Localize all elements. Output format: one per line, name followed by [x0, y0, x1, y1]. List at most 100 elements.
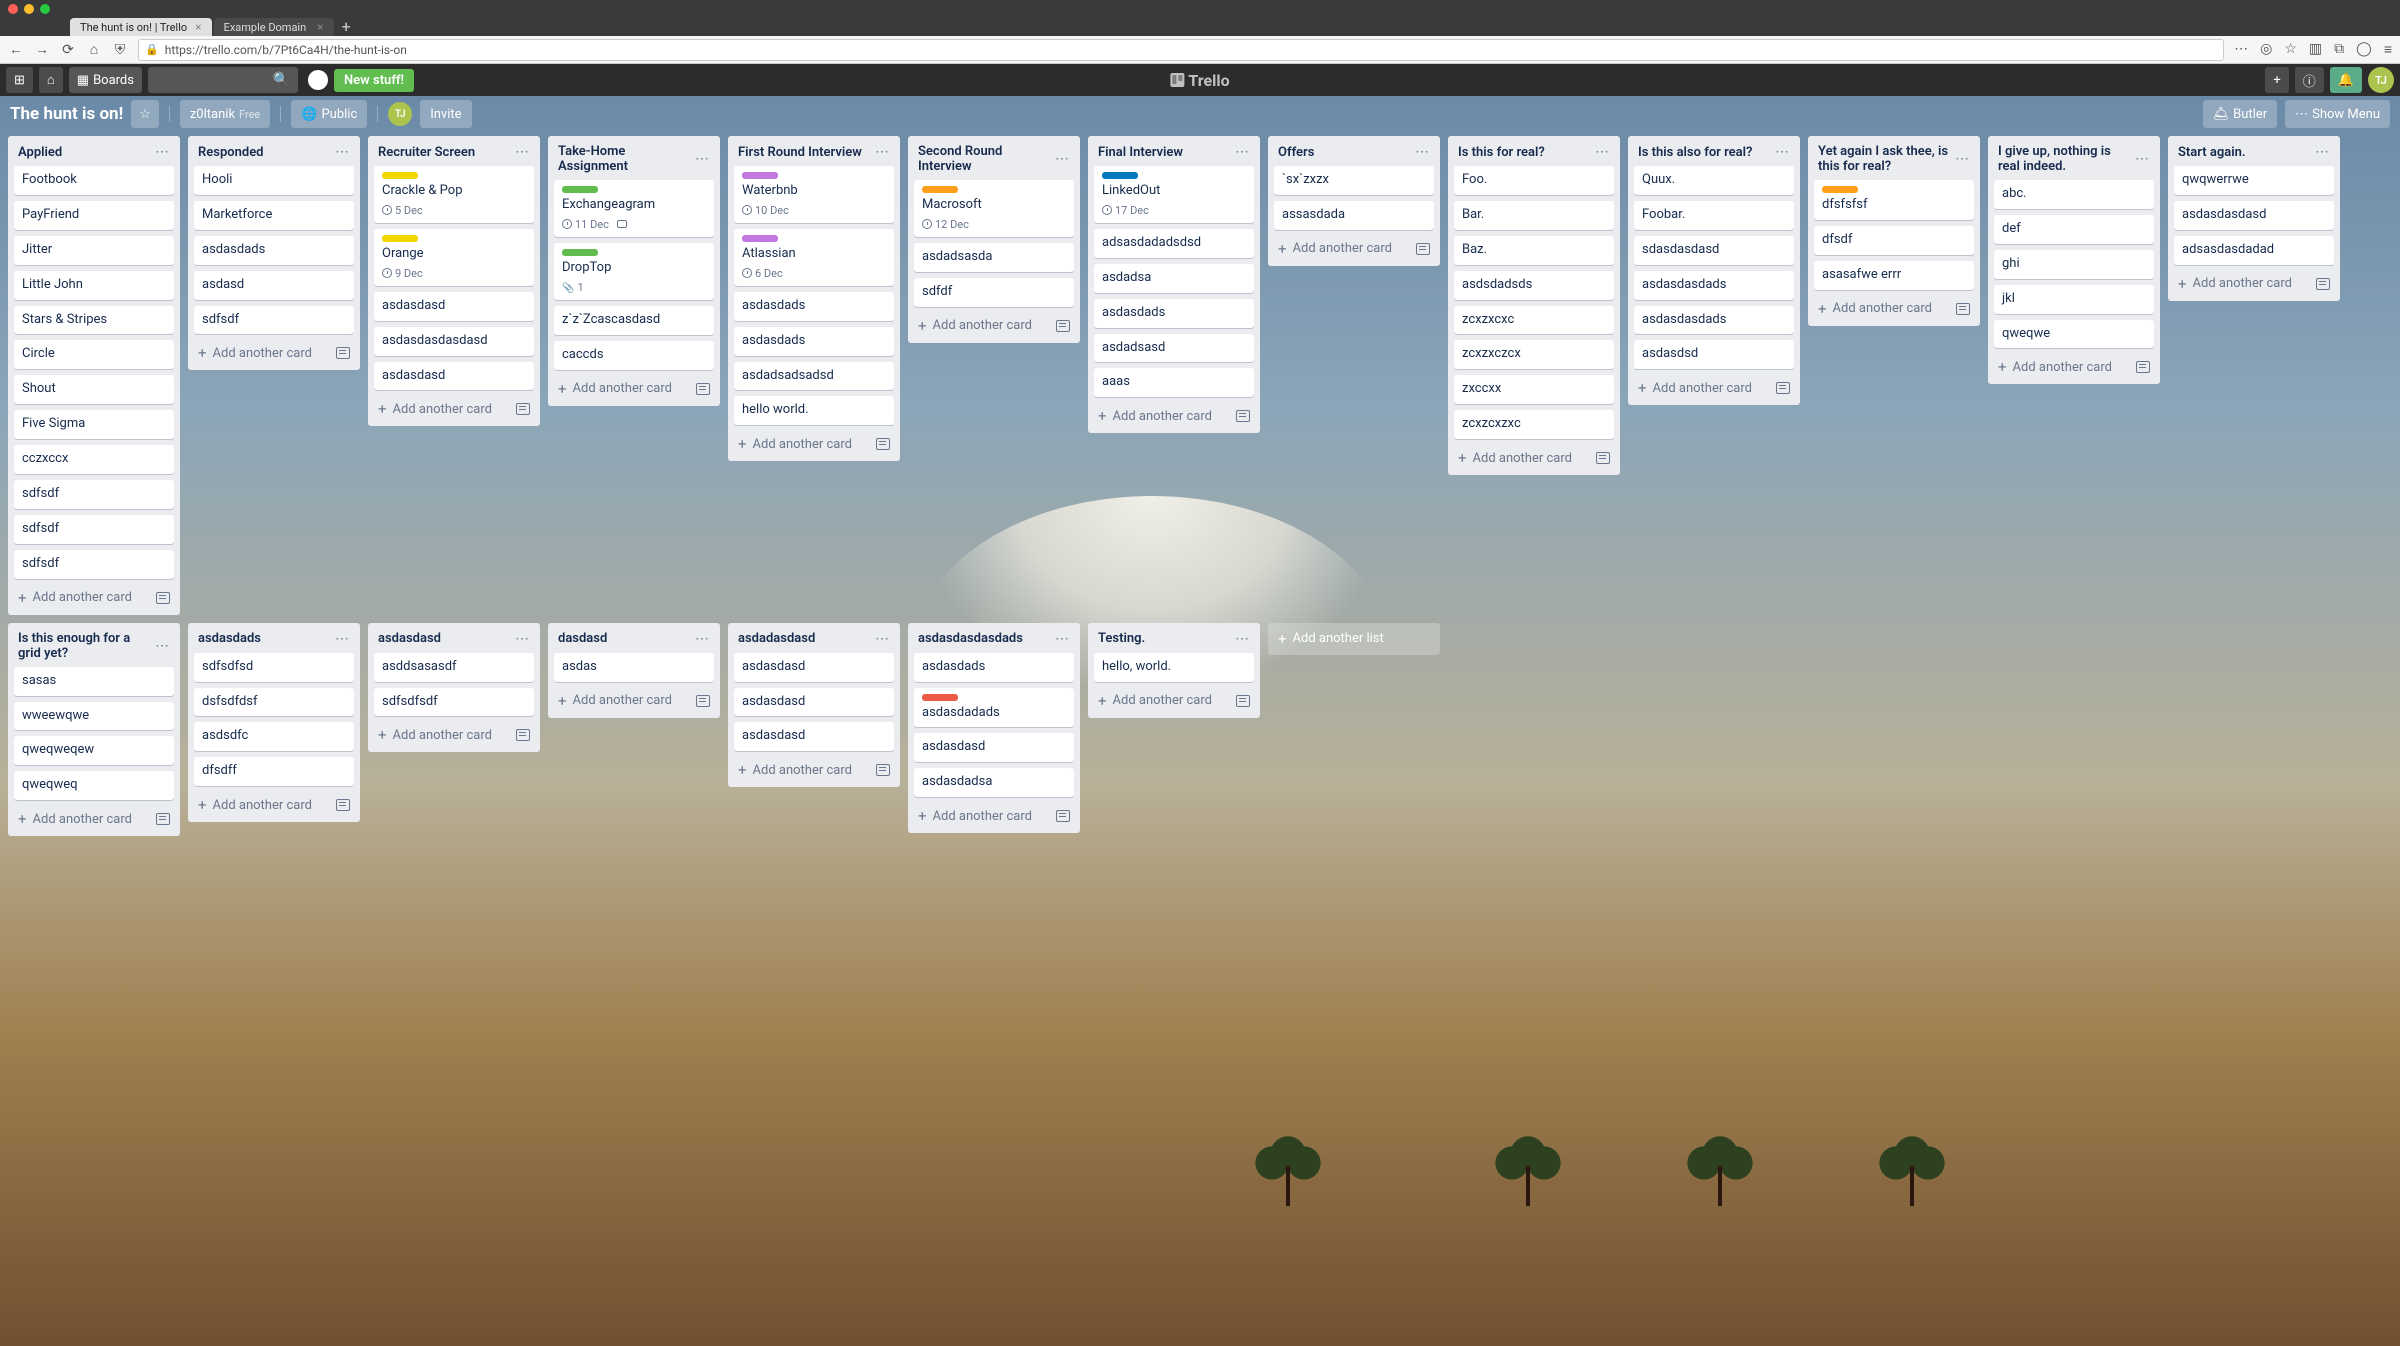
sidebar-icon[interactable]: ⧉	[2334, 41, 2344, 58]
list-menu-button[interactable]: ⋯	[1775, 144, 1790, 160]
card[interactable]: sdfsdfsd	[194, 653, 354, 682]
card[interactable]: qweqweqew	[14, 736, 174, 765]
card[interactable]: dfsfsfsf	[1814, 180, 1974, 220]
list-title[interactable]: asdadasdasd	[738, 631, 815, 646]
card[interactable]: Shout	[14, 375, 174, 404]
visibility-button[interactable]: 🌐 Public	[291, 100, 367, 128]
create-from-template-icon[interactable]	[2316, 278, 2330, 290]
card[interactable]: dfsdff	[194, 757, 354, 786]
card[interactable]: wweewqwe	[14, 702, 174, 731]
card[interactable]: sdfsdf	[14, 515, 174, 544]
create-from-template-icon[interactable]	[696, 695, 710, 707]
browser-tab[interactable]: Example Domain ×	[214, 18, 334, 36]
card[interactable]: hello, world.	[1094, 653, 1254, 682]
list-menu-button[interactable]: ⋯	[155, 144, 170, 160]
create-from-template-icon[interactable]	[2136, 361, 2150, 373]
window-close[interactable]	[8, 4, 18, 14]
card[interactable]: DropTop1	[554, 243, 714, 300]
add-card-button[interactable]: +Add another card	[1814, 296, 1974, 322]
add-card-button[interactable]: +Add another card	[194, 340, 354, 366]
card[interactable]: asdasdads	[1094, 299, 1254, 328]
card[interactable]: qwqwerrwe	[2174, 166, 2334, 195]
list-menu-button[interactable]: ⋯	[1955, 151, 1970, 167]
card[interactable]: Hooli	[194, 166, 354, 195]
create-from-template-icon[interactable]	[876, 764, 890, 776]
card[interactable]: dfsdf	[1814, 226, 1974, 255]
list-title[interactable]: Second Round Interview	[918, 144, 1055, 174]
list-title[interactable]: Responded	[198, 145, 264, 160]
create-from-template-icon[interactable]	[516, 403, 530, 415]
list-menu-button[interactable]: ⋯	[335, 144, 350, 160]
tab-close-icon[interactable]: ×	[317, 20, 323, 34]
card[interactable]: caccds	[554, 341, 714, 370]
card[interactable]: Exchangeagram11 Dec	[554, 180, 714, 237]
card[interactable]: hello world.	[734, 396, 894, 425]
card[interactable]: asdas	[554, 653, 714, 682]
list-menu-button[interactable]: ⋯	[1235, 144, 1250, 160]
add-list-button[interactable]: +Add another list	[1268, 623, 1440, 655]
card[interactable]: zcxzxcxc	[1454, 306, 1614, 335]
list-menu-button[interactable]: ⋯	[695, 151, 710, 167]
reader-icon[interactable]: ◎	[2260, 41, 2272, 58]
card[interactable]: dsfsdfdsf	[194, 688, 354, 717]
due-date-badge[interactable]: 9 Dec	[382, 267, 423, 280]
star-button[interactable]: ☆	[131, 100, 159, 128]
card[interactable]: qweqwe	[1994, 320, 2154, 349]
browser-tab-active[interactable]: The hunt is on! | Trello ×	[70, 18, 212, 36]
show-menu-button[interactable]: ⋯ Show Menu	[2285, 100, 2390, 128]
card[interactable]: Macrosoft12 Dec	[914, 180, 1074, 237]
create-from-template-icon[interactable]	[1236, 695, 1250, 707]
notifications-button[interactable]: 🔔	[2330, 67, 2362, 93]
card[interactable]: asddsasasdf	[374, 653, 534, 682]
list-title[interactable]: Is this for real?	[1458, 145, 1545, 160]
address-bar[interactable]: 🔒 https://trello.com/b/7Pt6Ca4H/the-hunt…	[138, 39, 2224, 61]
list-title[interactable]: Offers	[1278, 145, 1314, 160]
card[interactable]: sdfsdf	[14, 550, 174, 579]
list-title[interactable]: I give up, nothing is real indeed.	[1998, 144, 2135, 174]
card[interactable]: asdasdasd	[374, 362, 534, 391]
home-button[interactable]: ⌂	[86, 41, 102, 58]
card[interactable]: asdasdasd	[734, 722, 894, 751]
create-from-template-icon[interactable]	[336, 347, 350, 359]
list-title[interactable]: asdasdads	[198, 631, 261, 646]
card[interactable]: asdadsasda	[914, 243, 1074, 272]
create-from-template-icon[interactable]	[336, 799, 350, 811]
window-maximize[interactable]	[40, 4, 50, 14]
library-icon[interactable]: ▥	[2309, 41, 2322, 58]
card[interactable]: asdsdfc	[194, 722, 354, 751]
card[interactable]: Little John	[14, 271, 174, 300]
card[interactable]: asdasdadsa	[914, 768, 1074, 797]
card[interactable]: def	[1994, 215, 2154, 244]
list-menu-button[interactable]: ⋯	[2315, 144, 2330, 160]
card[interactable]: Five Sigma	[14, 410, 174, 439]
add-card-button[interactable]: +Add another card	[374, 396, 534, 422]
new-stuff-banner[interactable]: New stuff!	[334, 69, 414, 92]
due-date-badge[interactable]: 11 Dec	[562, 218, 609, 231]
add-card-button[interactable]: +Add another card	[1094, 688, 1254, 714]
hamburger-icon[interactable]: ≡	[2384, 41, 2392, 58]
list-title[interactable]: Start again.	[2178, 145, 2246, 160]
account-icon[interactable]: ◯	[2356, 41, 2372, 58]
card[interactable]: sdfsdf	[194, 306, 354, 335]
list-menu-button[interactable]: ⋯	[1235, 631, 1250, 647]
add-card-button[interactable]: +Add another card	[914, 313, 1074, 339]
board-title[interactable]: The hunt is on!	[10, 104, 123, 124]
card-label-orange[interactable]	[922, 186, 958, 193]
add-card-button[interactable]: +Add another card	[1274, 236, 1434, 262]
list-title[interactable]: Is this enough for a grid yet?	[18, 631, 155, 661]
card[interactable]: Foo.	[1454, 166, 1614, 195]
list-title[interactable]: Applied	[18, 145, 62, 160]
due-date-badge[interactable]: 10 Dec	[742, 204, 789, 217]
card[interactable]: asasafwe errr	[1814, 261, 1974, 290]
info-button[interactable]: ⓘ	[2295, 67, 2324, 93]
add-card-button[interactable]: +Add another card	[914, 803, 1074, 829]
list-menu-button[interactable]: ⋯	[695, 631, 710, 647]
card[interactable]: Orange9 Dec	[374, 229, 534, 286]
add-card-button[interactable]: +Add another card	[554, 376, 714, 402]
apps-button[interactable]: ⊞	[6, 67, 33, 93]
card[interactable]: Quux.	[1634, 166, 1794, 195]
card[interactable]: Crackle & Pop5 Dec	[374, 166, 534, 223]
create-from-template-icon[interactable]	[156, 813, 170, 825]
card[interactable]: LinkedOut17 Dec	[1094, 166, 1254, 223]
bookmark-icon[interactable]: ☆	[2284, 41, 2297, 58]
